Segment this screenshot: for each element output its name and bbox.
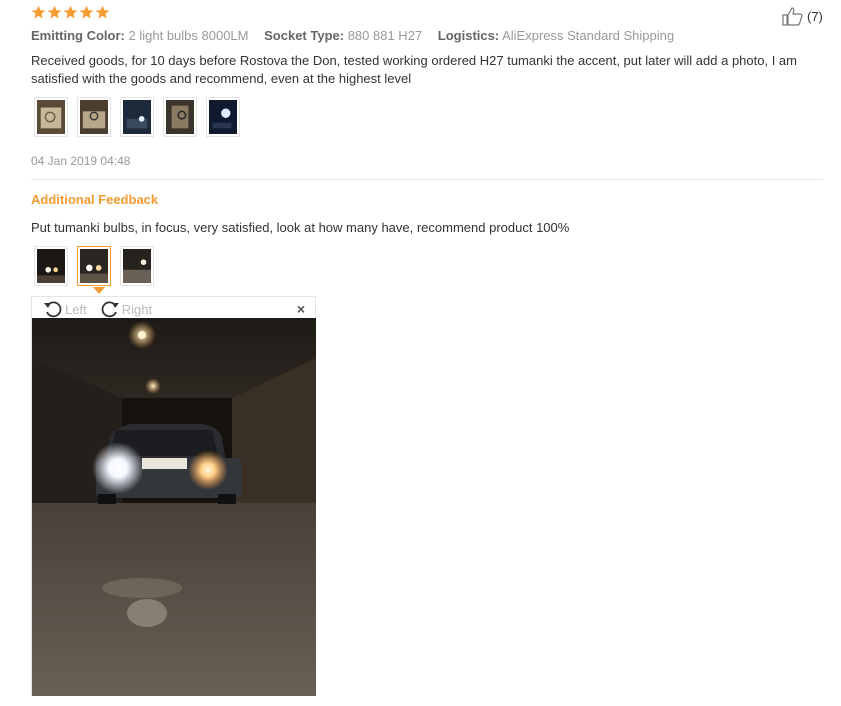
star-icon: [95, 5, 110, 19]
review-photo-thumbnail[interactable]: [34, 97, 68, 137]
review-photo-thumbnail[interactable]: [120, 97, 154, 137]
thumbs-up-icon: [782, 7, 803, 26]
logistics-label: Logistics:: [437, 28, 500, 43]
review-photo-thumbnail[interactable]: [77, 97, 111, 137]
rotate-right-label: Right: [121, 301, 153, 317]
emitting-color-label: Emitting Color:: [31, 28, 125, 43]
star-icon: [79, 5, 94, 19]
socket-type-value: 880 881 H27: [347, 28, 423, 43]
additional-feedback-title: Additional Feedback: [31, 192, 159, 207]
emitting-color-value: 2 light bulbs 8000LM: [128, 28, 249, 43]
star-icon: [63, 5, 78, 19]
additional-feedback-text: Put tumanki bulbs, in focus, very satisf…: [31, 220, 570, 235]
rating-stars: [31, 5, 110, 20]
rotate-right-button[interactable]: Right: [99, 299, 152, 319]
additional-photo-thumbnail[interactable]: [120, 246, 154, 286]
rotate-left-button[interactable]: Left: [42, 299, 87, 319]
review-text: Received goods, for 10 days before Rosto…: [31, 53, 797, 86]
additional-photo-thumbnails: [34, 246, 154, 286]
additional-photo-thumbnail[interactable]: [34, 246, 68, 286]
divider: [31, 179, 823, 180]
review-photo-thumbnail[interactable]: [206, 97, 240, 137]
review-photo-thumbnail[interactable]: [163, 97, 197, 137]
rotate-left-label: Left: [65, 301, 87, 317]
review-meta: Emitting Color: 2 light bulbs 8000LM Soc…: [31, 28, 686, 43]
helpful-button[interactable]: (7): [781, 6, 823, 26]
active-thumbnail-caret: [93, 287, 105, 294]
review-photo-thumbnails: [34, 97, 240, 137]
photo-viewer: Left Right ×: [31, 296, 316, 696]
logistics-value: AliExpress Standard Shipping: [502, 28, 675, 43]
additional-photo-thumbnail-active[interactable]: [77, 246, 111, 286]
socket-type-label: Socket Type:: [264, 28, 345, 43]
helpful-count: (7): [807, 8, 823, 24]
rotate-left-icon: [44, 301, 62, 318]
viewer-toolbar: Left Right: [42, 299, 164, 319]
rotate-right-icon: [101, 301, 119, 318]
review-date: 04 Jan 2019 04:48: [31, 154, 131, 168]
close-icon[interactable]: ×: [297, 301, 305, 317]
star-icon: [31, 5, 46, 19]
viewer-photo: [32, 318, 316, 696]
star-icon: [47, 5, 62, 19]
